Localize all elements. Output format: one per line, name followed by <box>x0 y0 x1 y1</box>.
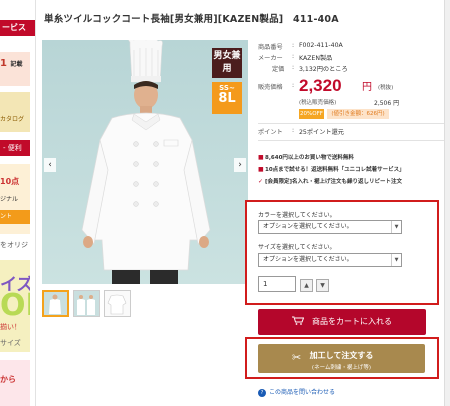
sale-price-yen: 円 <box>362 82 372 93</box>
thumbnail-1[interactable] <box>42 290 69 317</box>
discount-badge: 20%OFF <box>299 109 324 119</box>
notice-repeat-order-text: [会員限定]名入れ・裾上げ注文も繰り返しリピート注文 <box>265 179 403 185</box>
thumbnail-3[interactable] <box>104 290 131 317</box>
list-price-value: 3,132円のところ <box>299 66 348 73</box>
item-number-sep: : <box>292 42 295 49</box>
custom-order-button[interactable]: ✂ 加工して注文する (ネーム刺繍・裾上げ等) <box>258 344 425 373</box>
sale-price-label: 販売価格 <box>258 84 283 91</box>
point-label: ポイント <box>258 129 283 136</box>
color-select-label: カラーを選択してください。 <box>258 212 336 219</box>
thumbnail-2-image <box>74 291 99 316</box>
sidebar-banner-catalog-label: カタログ <box>0 116 25 123</box>
sidebar-banner-catalog[interactable]: カタログ <box>0 92 30 132</box>
sale-price: 2,320 <box>299 76 342 95</box>
quantity-input[interactable]: 1 <box>258 276 296 292</box>
quantity-up-icon[interactable]: ▲ <box>300 279 313 292</box>
sidebar-banner-tryon-title: 10点 <box>0 177 20 186</box>
gift-icon: ■ <box>258 166 264 173</box>
custom-order-label: 加工して注文する <box>309 351 374 360</box>
point-value: 25ポイント還元 <box>299 129 344 136</box>
sidebar-banner-bottom-text: から <box>0 375 16 384</box>
sidebar-banner-size-text: 揃い！ <box>0 323 21 331</box>
sidebar-banner-bottom[interactable]: から <box>0 360 30 406</box>
product-inquiry-link[interactable]: ? この商品を問い合わせる <box>258 387 335 397</box>
truck-icon: ■ <box>258 154 264 161</box>
image-prev-arrow-icon[interactable]: ‹ <box>44 158 56 172</box>
question-icon: ? <box>258 388 266 397</box>
custom-order-sublabel: (ネーム刺繍・裾上げ等) <box>311 365 372 371</box>
maker-label: メーカー <box>258 55 283 62</box>
product-main-image[interactable]: 男女兼用 SS~ 8L ‹ › <box>42 40 248 284</box>
tax-excluded-note: (税抜) <box>378 85 394 91</box>
notice-try-on: ■10点まで試せる！返送料無料「ユニコレ試着サービス」 <box>258 165 405 173</box>
item-number-label: 商品番号 <box>258 44 283 51</box>
maker-value: KAZEN製品 <box>299 55 333 62</box>
gender-badge: 男女兼用 <box>212 48 242 78</box>
discount-amount: (値引き金額：626円) <box>327 109 389 119</box>
notice-free-shipping-text: 8,640円以上のお買い物で送料無料 <box>265 155 354 161</box>
info-divider-1 <box>258 123 444 124</box>
size-select-value: オプションを選択してください。 <box>263 256 353 263</box>
sidebar-banner-1-sub: 記載 <box>10 61 23 68</box>
size-select-label: サイズを選択してください。 <box>258 244 336 251</box>
size-select[interactable]: オプションを選択してください。 ▼ <box>258 253 402 267</box>
product-title: 単糸ツイルコックコート長袖[男女兼用][KAZEN製品] 411-40A <box>44 14 339 25</box>
add-to-cart-label: 商品をカートに入れる <box>312 317 392 326</box>
sidebar-service-header: ービス <box>0 20 35 36</box>
sidebar-banner-1-text: 1 <box>0 58 7 69</box>
tax-included-price: 2,506 円 <box>374 100 400 107</box>
item-number-value: F002-411-40A <box>299 42 343 49</box>
maker-sep: : <box>292 53 295 60</box>
chevron-down-icon: ▼ <box>391 221 401 233</box>
custom-order-panel: ✂ 加工して注文する (ネーム刺繍・裾上げ等) <box>245 337 439 379</box>
thumbnail-3-image <box>107 294 127 315</box>
sidebar-banner-tryon-tag: ント <box>0 210 30 224</box>
notice-try-on-text: 10点まで試せる！返送料無料「ユニコレ試着サービス」 <box>265 167 405 173</box>
color-select-value: オプションを選択してください。 <box>263 223 353 230</box>
list-price-sep: : <box>292 64 295 71</box>
image-next-arrow-icon[interactable]: › <box>234 158 246 172</box>
list-price-label: 定価 <box>272 66 285 73</box>
chevron-down-icon: ▼ <box>391 254 401 266</box>
size-range-max: 8L <box>218 91 236 106</box>
sidebar-banner-size-big: OL <box>0 288 30 323</box>
thumbnail-1-image <box>44 292 67 315</box>
cart-icon <box>292 309 305 335</box>
option-selection-panel: カラーを選択してください。 オプションを選択してください。 ▼ サイズを選択して… <box>245 200 439 305</box>
sidebar-banner-convenient[interactable]: - 便利 <box>0 140 30 156</box>
sidebar-banner-size[interactable]: イズ OL 揃い！ サイズ <box>0 260 30 352</box>
sidebar-banner-1[interactable]: 1 記載 <box>0 52 30 86</box>
product-inquiry-text: この商品を問い合わせる <box>269 389 336 396</box>
sidebar-text-original[interactable]: をオリジ <box>0 240 28 250</box>
tax-included-label: (税込販売価格) <box>299 100 337 106</box>
color-select[interactable]: オプションを選択してください。 ▼ <box>258 220 402 234</box>
sidebar-banner-tryon[interactable]: 10点 ジナル ント <box>0 164 30 234</box>
left-sidebar: ービス 1 記載 カタログ - 便利 10点 ジナル ント をオリジ イズ OL… <box>0 0 36 406</box>
quantity-down-icon[interactable]: ▼ <box>316 279 329 292</box>
notice-repeat-order: ✓ [会員限定]名入れ・裾上げ注文も繰り返しリピート注文 <box>258 177 402 185</box>
point-sep: : <box>292 127 295 134</box>
thumbnail-2[interactable] <box>73 290 100 317</box>
info-divider-2 <box>258 140 444 141</box>
add-to-cart-button[interactable]: 商品をカートに入れる <box>258 309 426 335</box>
size-range-badge: SS~ 8L <box>212 82 242 114</box>
notice-free-shipping: ■8,640円以上のお買い物で送料無料 <box>258 153 354 161</box>
sidebar-banner-tryon-text: ジナル <box>0 196 19 203</box>
right-scrollbar[interactable] <box>444 0 450 406</box>
sidebar-banner-size-sub: サイズ <box>0 339 21 347</box>
checkmark-icon: ✓ <box>258 178 264 185</box>
sale-price-sep: : <box>292 82 295 89</box>
